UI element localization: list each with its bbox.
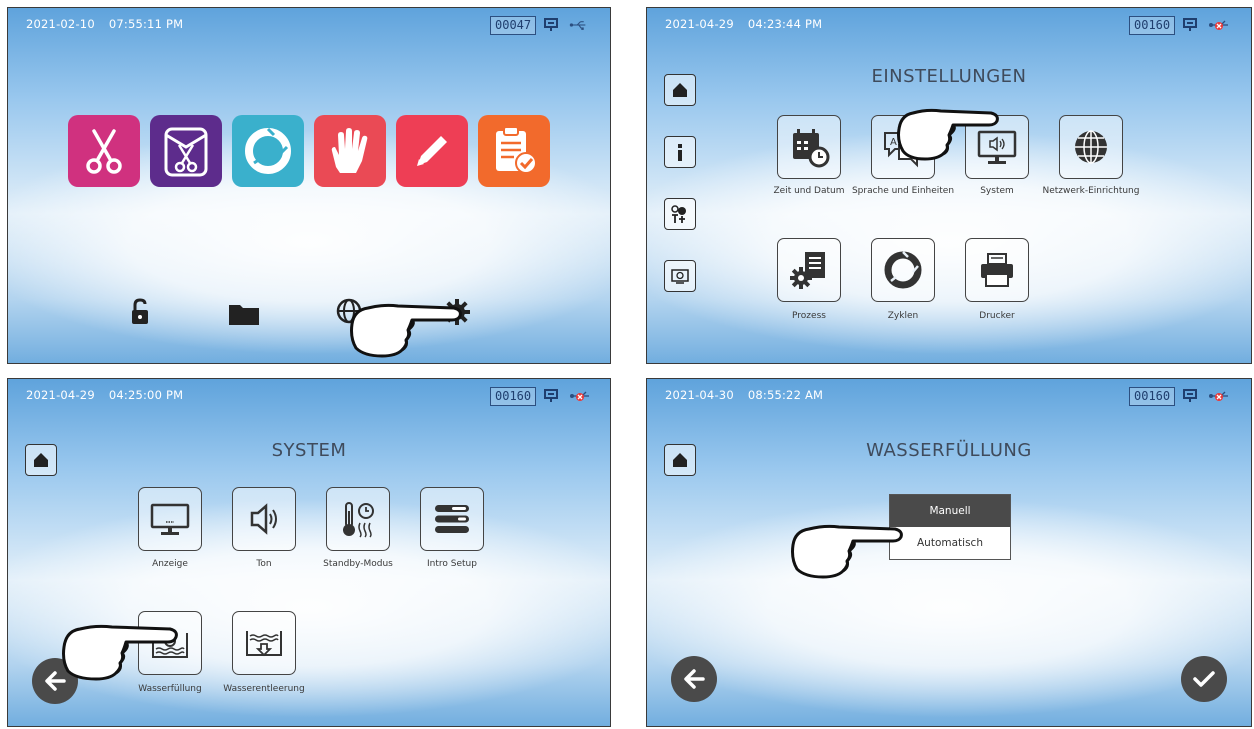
home-icon: [34, 453, 48, 467]
printer-label: Drucker: [979, 311, 1015, 321]
home-icon: [673, 453, 687, 467]
network-label: Netzwerk-Einrichtung: [1042, 186, 1140, 196]
cycle-tile[interactable]: [232, 115, 304, 187]
cycles-icon: [884, 251, 922, 289]
system-screen-panel: 2021-04-29 04:25:00 PM 00160 SYSTEM Anzei…: [7, 378, 611, 727]
calendar-clock-icon: [793, 129, 830, 168]
edit-tile[interactable]: [396, 115, 468, 187]
info-icon: [678, 144, 682, 161]
usb-error-icon: [570, 391, 589, 401]
pointer-hand-icon: [791, 524, 903, 579]
back-button[interactable]: [671, 656, 717, 702]
option-automatic[interactable]: Automatisch: [890, 527, 1010, 559]
unlock-icon[interactable]: [130, 298, 150, 326]
network-tile[interactable]: [1059, 115, 1123, 179]
option-manual[interactable]: Manuell: [890, 495, 1010, 527]
speaker-icon: [250, 503, 277, 535]
time-text: 04:25:00 PM: [108, 388, 184, 402]
fill-mode-select[interactable]: Manuell Automatisch: [889, 494, 1011, 560]
monitor-button[interactable]: [664, 260, 696, 292]
home-button[interactable]: [664, 74, 696, 106]
service-tools-icon: [671, 205, 686, 223]
home-button[interactable]: [25, 444, 57, 476]
usb-error-icon: [1209, 20, 1228, 30]
display-icon: [1183, 389, 1197, 402]
page-title: EINSTELLUNGEN: [871, 66, 1027, 87]
date-text: 2021-04-29: [26, 388, 95, 402]
usb-icon: [569, 21, 586, 30]
cycles-tile[interactable]: [871, 238, 935, 302]
time-text: 04:23:44 PM: [747, 17, 823, 31]
sound-tile[interactable]: [232, 487, 296, 551]
pointer-hand-icon: [350, 303, 462, 358]
cycle-counter: 00047: [490, 16, 537, 35]
timestamp: 2021-04-30 08:55:22 AM: [665, 388, 837, 402]
settings-screen-panel: 2021-04-29 04:23:44 PM 00160 EINSTELLUNGE…: [646, 7, 1252, 364]
home-screen-panel: 2021-02-10 07:55:11 PM 00047: [7, 7, 611, 364]
timestamp: 2021-02-10 07:55:11 PM: [26, 17, 197, 31]
service-button[interactable]: [664, 198, 696, 230]
folder-icon[interactable]: [228, 302, 260, 326]
cycle-counter: 00160: [1129, 387, 1176, 406]
standby-thermometer-icon: [343, 502, 374, 538]
cycle-counter: 00160: [490, 387, 537, 406]
checkmark-icon: [1193, 671, 1215, 687]
time-text: 07:55:11 PM: [108, 17, 184, 31]
printer-icon: [981, 253, 1013, 287]
display-tile[interactable]: [138, 487, 202, 551]
clipboard-check-icon: [496, 126, 537, 174]
intro-setup-tile[interactable]: [420, 487, 484, 551]
process-gear-icon: [790, 252, 825, 289]
time-date-tile[interactable]: [777, 115, 841, 179]
scissors-icon: [86, 129, 122, 174]
usb-error-icon: [1209, 391, 1228, 401]
pointer-hand-icon: [62, 624, 178, 681]
page-title: SYSTEM: [271, 440, 347, 461]
pouched-instruments-tile[interactable]: [150, 115, 222, 187]
intro-setup-label: Intro Setup: [427, 559, 477, 569]
network-globe-icon: [1075, 130, 1107, 164]
display-icon: [544, 18, 558, 31]
instruments-tile[interactable]: [68, 115, 140, 187]
water-drain-label: Wasserentleerung: [223, 684, 305, 694]
confirm-button[interactable]: [1181, 656, 1227, 702]
arrow-left-icon: [684, 669, 705, 689]
printer-tile[interactable]: [965, 238, 1029, 302]
page-title: WASSERFÜLLUNG: [866, 440, 1032, 461]
process-tile[interactable]: [777, 238, 841, 302]
cycle-counter: 00160: [1129, 16, 1176, 35]
display-icon: [544, 389, 558, 402]
display-icon: [1183, 18, 1197, 31]
pencil-icon: [417, 136, 447, 166]
home-icon: [673, 83, 687, 97]
home-button[interactable]: [664, 444, 696, 476]
gloves-tile[interactable]: [314, 115, 386, 187]
water-drain-tile[interactable]: [232, 611, 296, 675]
water-fill-screen-panel: 2021-04-30 08:55:22 AM 00160 WASSERFÜLLUN…: [646, 378, 1252, 727]
display-monitor-icon: [150, 503, 190, 535]
date-text: 2021-04-29: [665, 17, 734, 31]
protocol-tile[interactable]: [478, 115, 550, 187]
intro-setup-icon: [435, 505, 469, 533]
glove-icon: [331, 128, 368, 173]
pointer-hand-icon: [897, 108, 999, 161]
water-drain-icon: [246, 631, 282, 657]
monitor-icon: [671, 269, 689, 284]
standby-tile[interactable]: [326, 487, 390, 551]
info-button[interactable]: [664, 136, 696, 168]
timestamp: 2021-04-29 04:25:00 PM: [26, 388, 197, 402]
date-text: 2021-02-10: [26, 17, 95, 31]
time-text: 08:55:22 AM: [747, 388, 824, 402]
timestamp: 2021-04-29 04:23:44 PM: [665, 17, 836, 31]
date-text: 2021-04-30: [665, 388, 734, 402]
cycle-icon: [245, 127, 291, 174]
pouch-scissors-icon: [164, 127, 208, 177]
